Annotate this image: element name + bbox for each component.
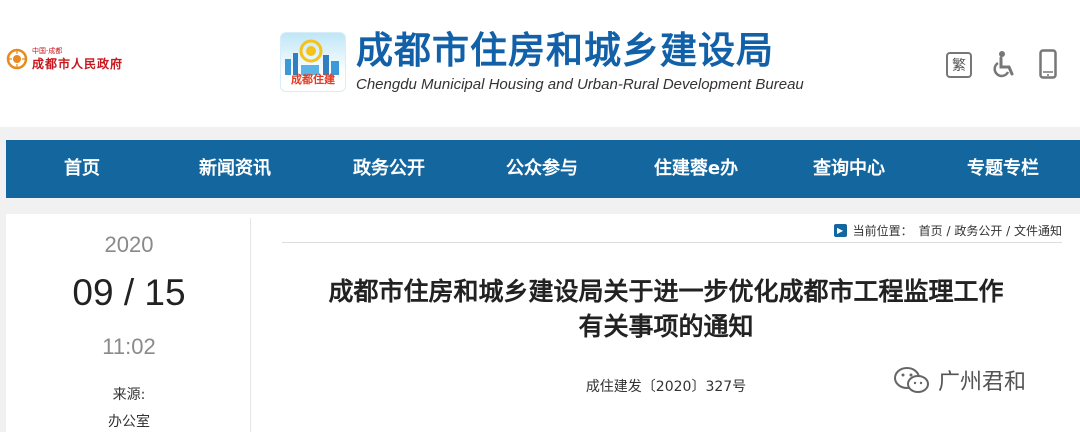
breadcrumb: ▶ 当前位置： 首页 / 政务公开 / 文件通知: [833, 222, 1062, 239]
gov-emblem-icon: [6, 48, 28, 70]
breadcrumb-path[interactable]: 首页 / 政务公开 / 文件通知: [919, 222, 1062, 239]
wheelchair-icon: [993, 51, 1014, 78]
chengdu-gov-logo[interactable]: 中国·成都 成都市人民政府: [6, 48, 123, 70]
publish-year: 2020: [104, 232, 154, 257]
main-nav: 首页 新闻资讯 政务公开 公众参与 住建蓉e办 查询中心 专题专栏: [6, 140, 1080, 198]
source-value: 办公室: [108, 414, 150, 430]
nav-item-e-service[interactable]: 住建蓉e办: [654, 140, 738, 198]
nav-item-home[interactable]: 首页: [64, 140, 100, 198]
publish-info-panel: 2020 09 / 15 11:02 来源: 办公室: [6, 214, 252, 432]
gov-name-text: 成都市人民政府: [32, 57, 124, 71]
mobile-phone-icon: [1039, 49, 1057, 79]
document-title: 成都市住房和城乡建设局关于进一步优化成都市工程监理工作 有关事项的通知: [252, 274, 1080, 344]
bureau-logo-label: 成都住建: [291, 74, 335, 86]
document-title-line1: 成都市住房和城乡建设局关于进一步优化成都市工程监理工作: [328, 277, 1004, 306]
nav-item-news[interactable]: 新闻资讯: [199, 140, 271, 198]
source-label: 来源:: [112, 387, 146, 403]
site-header: 中国·成都 成都市人民政府 成都住建 成都市住房和城乡建设局 Chengdu M…: [0, 0, 1080, 127]
breadcrumb-divider: [282, 242, 1062, 243]
publish-time: 11:02: [102, 334, 156, 359]
document-title-line2: 有关事项的通知: [578, 312, 754, 341]
nav-item-public-participation[interactable]: 公众参与: [506, 140, 578, 198]
watermark: 广州君和: [892, 364, 1026, 396]
watermark-text: 广州君和: [938, 370, 1027, 395]
play-arrow-icon: ▶: [833, 224, 847, 237]
wechat-icon: [894, 367, 929, 393]
bureau-logo[interactable]: 成都住建: [280, 32, 346, 92]
column-divider: [250, 218, 251, 432]
mobile-version-button[interactable]: [1038, 48, 1058, 80]
bureau-title[interactable]: 成都市住房和城乡建设局: [356, 26, 774, 76]
traditional-chinese-button[interactable]: 繁: [946, 52, 972, 78]
nav-item-query-center[interactable]: 查询中心: [813, 140, 885, 198]
accessibility-button[interactable]: [990, 48, 1018, 80]
bureau-subtitle: Chengdu Municipal Housing and Urban-Rura…: [356, 76, 804, 93]
gov-small-text: 中国·成都: [32, 47, 63, 55]
article-panel: ▶ 当前位置： 首页 / 政务公开 / 文件通知 成都市住房和城乡建设局关于进一…: [252, 214, 1080, 432]
nav-item-gov-affairs[interactable]: 政务公开: [353, 140, 425, 198]
breadcrumb-prefix: 当前位置：: [852, 224, 913, 238]
publish-month-day: 09 / 15: [72, 272, 186, 313]
nav-item-special-topics[interactable]: 专题专栏: [967, 140, 1039, 198]
page: 中国·成都 成都市人民政府 成都住建 成都市住房和城乡建设局 Chengdu M…: [0, 0, 1080, 432]
